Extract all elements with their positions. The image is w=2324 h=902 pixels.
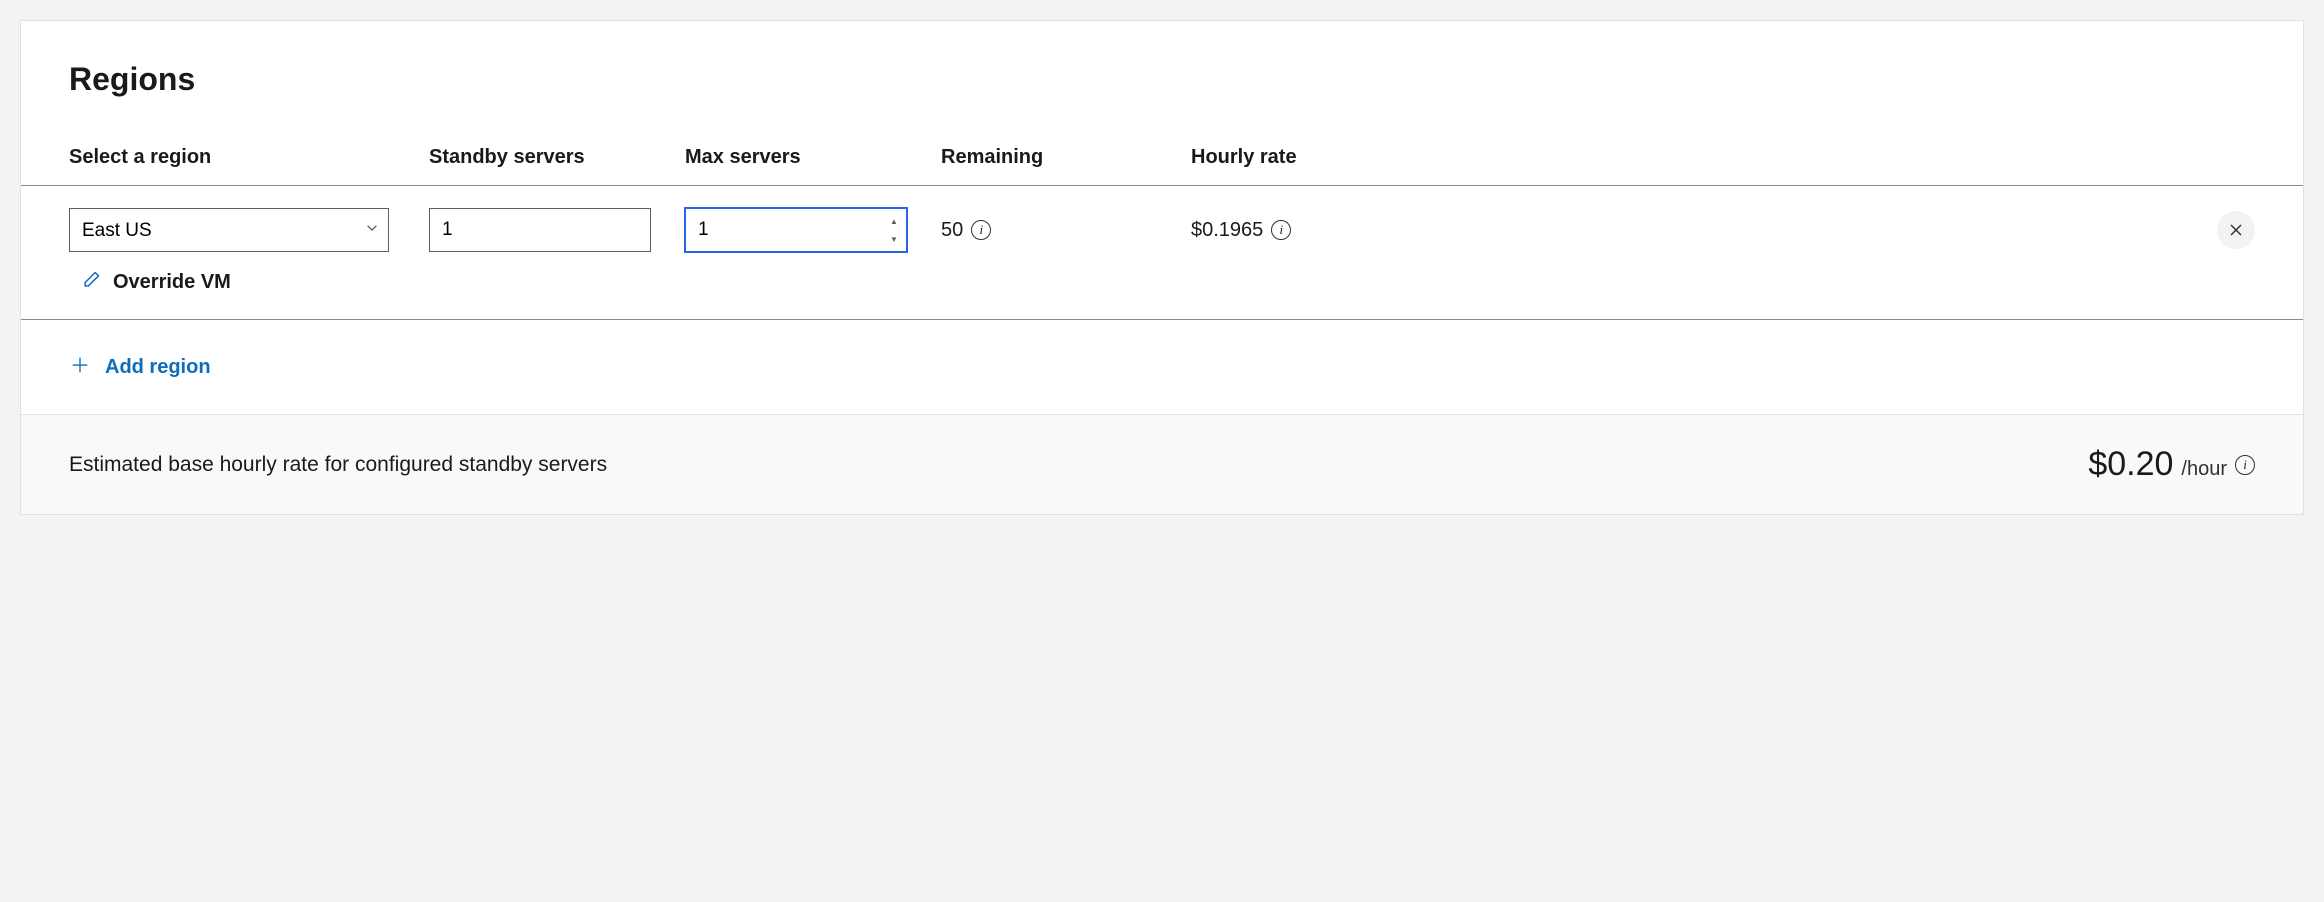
region-row: East US ▲ ▼ bbox=[21, 186, 2303, 252]
col-header-region: Select a region bbox=[69, 146, 429, 169]
estimate-footer: Estimated base hourly rate for configure… bbox=[21, 415, 2303, 514]
max-servers-stepper[interactable]: ▲ ▼ bbox=[885, 212, 903, 248]
col-header-max: Max servers bbox=[685, 146, 941, 169]
standby-servers-input[interactable] bbox=[429, 208, 651, 252]
estimate-per: /hour bbox=[2181, 458, 2227, 481]
override-vm-link[interactable]: Override VM bbox=[21, 252, 2303, 320]
card-header: Regions bbox=[21, 21, 2303, 122]
stepper-down-icon[interactable]: ▼ bbox=[885, 230, 903, 248]
estimate-amount: $0.20 bbox=[2088, 445, 2173, 484]
max-servers-input[interactable] bbox=[685, 208, 907, 252]
hourly-rate-value: $0.1965 bbox=[1191, 219, 1263, 242]
col-header-standby: Standby servers bbox=[429, 146, 685, 169]
regions-card: Regions Select a region Standby servers … bbox=[20, 20, 2304, 515]
add-region-label: Add region bbox=[105, 356, 211, 379]
delete-region-button[interactable] bbox=[2217, 211, 2255, 249]
plus-icon bbox=[69, 354, 91, 380]
remaining-value: 50 bbox=[941, 219, 963, 242]
estimate-text: Estimated base hourly rate for configure… bbox=[69, 453, 607, 477]
remaining-info-icon[interactable]: i bbox=[971, 220, 991, 240]
col-header-remaining: Remaining bbox=[941, 146, 1191, 169]
hourly-rate-info-icon[interactable]: i bbox=[1271, 220, 1291, 240]
section-title: Regions bbox=[69, 61, 2255, 98]
add-region-button[interactable]: Add region bbox=[21, 320, 2303, 415]
estimate-info-icon[interactable]: i bbox=[2235, 455, 2255, 475]
region-select[interactable]: East US bbox=[69, 208, 389, 252]
region-select-wrap: East US bbox=[69, 208, 389, 252]
override-vm-label: Override VM bbox=[113, 271, 231, 294]
col-header-rate: Hourly rate bbox=[1191, 146, 2195, 169]
close-icon bbox=[2228, 222, 2244, 238]
pencil-icon bbox=[81, 270, 101, 295]
table-header: Select a region Standby servers Max serv… bbox=[21, 122, 2303, 186]
stepper-up-icon[interactable]: ▲ bbox=[885, 212, 903, 230]
